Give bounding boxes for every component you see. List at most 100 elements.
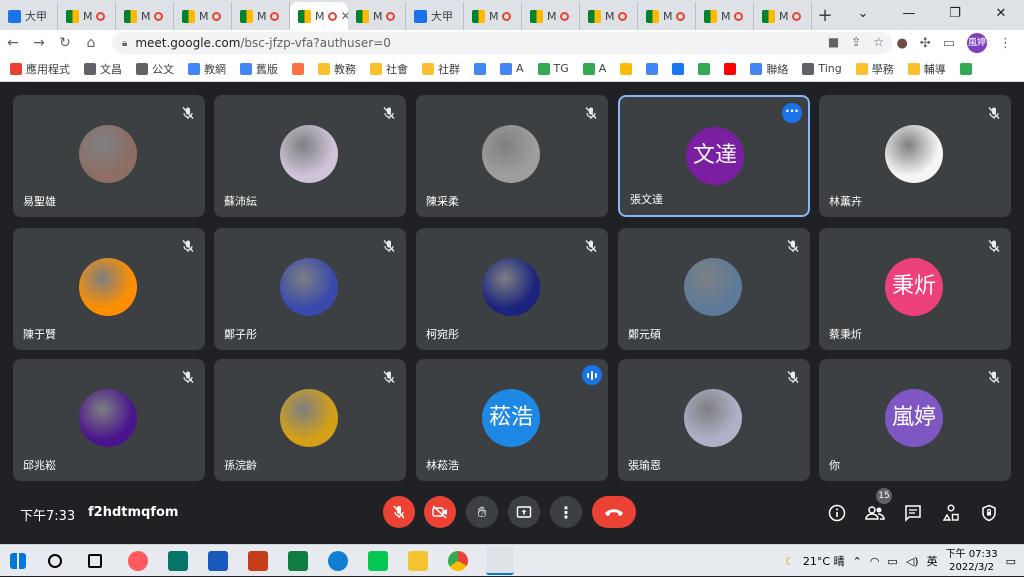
restore-button[interactable]: ❐ <box>932 0 978 28</box>
powerpoint-icon[interactable] <box>248 551 268 571</box>
file-explorer-icon[interactable] <box>408 551 428 571</box>
bookmark-item[interactable] <box>698 62 711 75</box>
browser-tab[interactable]: M <box>696 2 754 30</box>
bookmark-item[interactable]: 文昌 <box>84 61 122 77</box>
browser-tab[interactable]: M <box>580 2 638 30</box>
bookmark-item[interactable] <box>959 62 972 75</box>
battery-icon[interactable]: ▭ <box>887 555 897 568</box>
browser-tab[interactable]: M <box>464 2 522 30</box>
leave-call-button[interactable] <box>592 496 636 528</box>
tray-chevron-icon[interactable]: ⌃ <box>853 555 862 568</box>
chrome-icon[interactable] <box>448 551 468 571</box>
participant-tile[interactable]: 林薰卉 <box>819 95 1011 217</box>
close-tab-icon[interactable]: ✕ <box>341 9 349 23</box>
bookmark-item[interactable]: 教網 <box>188 61 226 77</box>
browser-tab[interactable]: M <box>232 2 290 30</box>
start-button[interactable] <box>10 553 26 569</box>
bookmark-item[interactable] <box>620 62 633 75</box>
new-tab-button[interactable]: + <box>812 2 838 30</box>
browser-tab[interactable]: M <box>522 2 580 30</box>
participant-tile[interactable]: 孫浣齡 <box>214 359 406 481</box>
bookmark-item[interactable]: 聯絡 <box>750 61 788 77</box>
minimize-button[interactable]: — <box>886 0 932 28</box>
home-button[interactable]: ⌂ <box>78 35 104 51</box>
browser-tab[interactable]: M <box>754 2 812 30</box>
bookmark-item[interactable]: 舊版 <box>240 61 278 77</box>
browser-tab[interactable]: M <box>116 2 174 30</box>
close-window-button[interactable]: ✕ <box>978 0 1024 28</box>
volume-icon[interactable]: ◁) <box>906 555 919 568</box>
participant-tile[interactable]: 文達 張文達 ··· <box>618 95 810 217</box>
forward-button[interactable]: → <box>26 35 52 51</box>
bookmark-item[interactable] <box>292 62 304 75</box>
bookmark-item[interactable]: A <box>582 62 606 75</box>
bookmark-item[interactable] <box>724 62 737 75</box>
tile-more-options-button[interactable]: ··· <box>782 103 802 123</box>
chrome-active-icon[interactable] <box>486 547 514 575</box>
bookmark-item[interactable] <box>474 62 486 75</box>
participant-tile[interactable]: 柯宛彤 <box>416 228 608 350</box>
menu-kebab-icon[interactable]: ⋮ <box>999 36 1012 51</box>
raise-hand-button[interactable]: ✋︎ <box>466 496 498 528</box>
profile-avatar[interactable]: 嵐婷 <box>967 33 987 53</box>
bookmark-item[interactable] <box>672 62 685 75</box>
search-icon[interactable] <box>48 554 62 568</box>
bookmark-item[interactable]: 輔導 <box>907 61 946 77</box>
present-screen-button[interactable] <box>508 496 540 528</box>
more-options-button[interactable]: ⋮ <box>550 496 582 528</box>
edge-icon[interactable] <box>328 551 348 571</box>
meeting-details-button[interactable] <box>826 502 848 524</box>
app-icon-pink[interactable] <box>128 551 148 571</box>
participant-tile[interactable]: 邱兆崧 <box>13 359 205 481</box>
camera-off-button[interactable] <box>424 496 456 528</box>
browser-tab[interactable]: M <box>174 2 232 30</box>
people-button[interactable] <box>864 502 886 524</box>
reload-button[interactable]: ↻ <box>52 35 78 51</box>
line-icon[interactable] <box>368 551 388 571</box>
excel-icon[interactable] <box>288 551 308 571</box>
bookmark-item[interactable]: Ting <box>802 62 842 75</box>
camera-permission-icon[interactable]: ■ <box>828 35 839 49</box>
browser-tab[interactable]: M ✕ <box>290 2 348 30</box>
notification-icon[interactable]: ▭ <box>1006 555 1016 568</box>
tab-search-icon[interactable]: ⌄ <box>840 0 886 28</box>
participant-tile[interactable]: 張瑜恩 <box>618 359 810 481</box>
bookmark-item[interactable]: 社群 <box>422 61 460 77</box>
microphone-off-button[interactable] <box>383 496 415 528</box>
browser-tab[interactable]: 大甲 <box>0 2 58 30</box>
url-input[interactable]: 🔒︎ meet.google.com/bsc-jfzp-vfa?authuser… <box>112 32 892 54</box>
task-view-icon[interactable] <box>88 554 102 568</box>
publisher-icon[interactable] <box>168 551 188 571</box>
participant-tile[interactable]: 陳于賢 <box>13 228 205 350</box>
participant-tile[interactable]: 易聖雄 <box>13 95 205 217</box>
participant-tile[interactable]: 鄭元碩 <box>618 228 810 350</box>
share-icon[interactable]: ⇪ <box>851 35 861 49</box>
bookmark-item[interactable]: 社會 <box>370 61 408 77</box>
ime-indicator[interactable]: 英 <box>927 553 938 569</box>
bookmark-item[interactable]: 學務 <box>855 61 894 77</box>
bookmark-item[interactable]: TG <box>537 62 569 75</box>
bookmark-item[interactable]: 教務 <box>318 61 356 77</box>
cast-icon[interactable]: ▭ <box>943 36 955 51</box>
participant-tile[interactable]: 蘇沛紜 <box>214 95 406 217</box>
participant-tile[interactable]: 菘浩 林菘浩 <box>416 359 608 481</box>
browser-tab[interactable]: M <box>638 2 696 30</box>
participant-tile[interactable]: 鄭子彤 <box>214 228 406 350</box>
extensions-puzzle-icon[interactable]: ✣ <box>920 36 931 51</box>
bookmark-item[interactable]: A <box>500 62 524 75</box>
bookmark-item[interactable] <box>646 62 659 75</box>
browser-tab[interactable]: 大甲 <box>406 2 464 30</box>
bookmark-star-icon[interactable]: ☆ <box>873 35 884 49</box>
extension-bear-icon[interactable]: ● <box>896 36 907 51</box>
participant-tile[interactable]: 嵐婷你 <box>819 359 1011 481</box>
host-controls-button[interactable] <box>978 502 1000 524</box>
participant-tile[interactable]: 陳采柔 <box>416 95 608 217</box>
word-icon[interactable] <box>208 551 228 571</box>
chat-button[interactable] <box>902 502 924 524</box>
back-button[interactable]: ← <box>0 35 26 51</box>
bookmark-item[interactable]: 應用程式 <box>10 61 70 77</box>
activities-button[interactable] <box>940 502 962 524</box>
taskbar-clock[interactable]: 下午 07:33 2022/3/2 <box>946 548 998 574</box>
bookmark-item[interactable]: 公文 <box>136 61 174 77</box>
browser-tab[interactable]: M <box>58 2 116 30</box>
